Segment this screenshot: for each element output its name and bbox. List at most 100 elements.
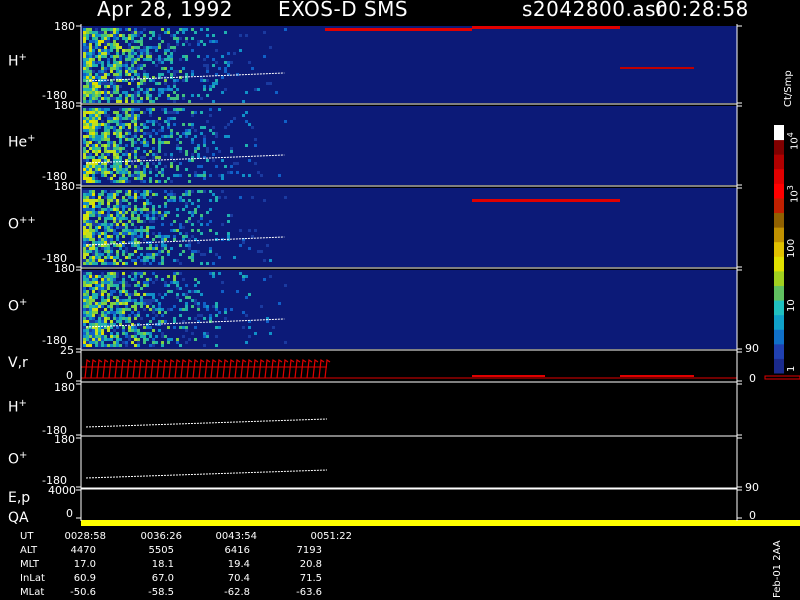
spectrogram-cell <box>98 235 101 238</box>
spectrogram-cell <box>83 114 86 117</box>
spectrogram-cell <box>164 135 167 138</box>
spectrogram-cell <box>143 220 146 223</box>
spectrogram-cell <box>182 308 185 311</box>
spectrogram-cell <box>92 190 95 193</box>
spectrogram-cell <box>92 135 95 138</box>
spectrogram-cell <box>101 259 104 262</box>
spectrogram-cell <box>248 293 251 296</box>
spectrogram-cell <box>134 165 137 168</box>
colorbar-segment <box>774 154 784 170</box>
spectrogram-cell <box>95 226 98 229</box>
spectrogram-cell <box>95 165 98 168</box>
spectrogram-cell <box>194 290 197 293</box>
spectrogram-cell <box>170 129 173 132</box>
spectrogram-cell <box>83 196 86 199</box>
spectrogram-cell <box>89 156 92 159</box>
spectrogram-cell <box>92 199 95 202</box>
spectrogram-cell <box>155 180 158 183</box>
spectrogram-cell <box>116 193 119 196</box>
spectrogram-cell <box>158 311 161 314</box>
spectrogram-cell <box>89 147 92 150</box>
spectrogram-cell <box>170 190 173 193</box>
spectrogram-cell <box>140 305 143 308</box>
colorbar-segment <box>774 139 784 155</box>
spectrogram-cell <box>83 284 86 287</box>
spectrogram-cell <box>176 168 179 171</box>
spectrogram-cell <box>158 147 161 150</box>
spectrogram-cell <box>194 317 197 320</box>
spectrogram-cell <box>254 144 257 147</box>
spectrogram-cell <box>164 281 167 284</box>
spectrogram-cell <box>185 341 188 344</box>
spectrogram-cell <box>155 253 158 256</box>
spectrogram-cell <box>107 114 110 117</box>
spectrogram-cell <box>86 34 89 37</box>
spectrogram-cell <box>86 329 89 332</box>
spectrogram-cell <box>137 40 140 43</box>
spectrogram-cell <box>104 314 107 317</box>
spectrogram-cell <box>104 302 107 305</box>
spectrogram-cell <box>161 314 164 317</box>
spectrogram-cell <box>155 174 158 177</box>
spectrogram-cell <box>170 58 173 61</box>
spectrogram-cell <box>122 199 125 202</box>
spectrogram-cell <box>113 162 116 165</box>
spectrogram-cell <box>104 220 107 223</box>
spectrogram-cell <box>113 165 116 168</box>
spectrogram-cell <box>170 156 173 159</box>
spectrogram-cell <box>164 165 167 168</box>
spectrogram-cell <box>122 126 125 129</box>
spectrogram-cell <box>125 293 128 296</box>
spectrogram-cell <box>113 205 116 208</box>
spectrogram-cell <box>119 129 122 132</box>
spectrogram-cell <box>206 28 209 31</box>
spectrogram-cell <box>104 171 107 174</box>
spectrogram-cell <box>152 141 155 144</box>
spectrogram-cell <box>86 259 89 262</box>
spectrogram-cell <box>140 259 143 262</box>
spectrogram-cell <box>113 88 116 91</box>
spectrogram-cell <box>104 114 107 117</box>
spectrogram-cell <box>182 123 185 126</box>
spectrogram-cell <box>119 28 122 31</box>
spectrogram-cell <box>119 302 122 305</box>
footer-value: 67.0 <box>151 573 174 584</box>
spectrogram-cell <box>86 67 89 70</box>
spectrogram-cell <box>206 150 209 153</box>
spectrogram-cell <box>197 43 200 46</box>
spectrogram-cell <box>110 196 113 199</box>
spectrogram-cell <box>113 156 116 159</box>
spectrogram-cell <box>113 314 116 317</box>
spectrogram-cell <box>95 311 98 314</box>
spectrogram-cell <box>125 165 128 168</box>
panel-label-hplus-line: H+ <box>8 398 27 416</box>
spectrogram-cell <box>125 177 128 180</box>
spectrogram-cell <box>152 214 155 217</box>
spectrogram-cell <box>86 76 89 79</box>
spectrogram-cell <box>188 193 191 196</box>
spectrogram-cell <box>191 114 194 117</box>
spectrogram-cell <box>86 272 89 275</box>
colorbar-segment <box>774 329 784 345</box>
spectrogram-cell <box>146 217 149 220</box>
spectrogram-cell <box>197 165 200 168</box>
spectrogram-cell <box>140 156 143 159</box>
spectrogram-cell <box>110 238 113 241</box>
spectrogram-cell <box>98 211 101 214</box>
spectrogram-cell <box>107 171 110 174</box>
spectrogram-cell <box>89 126 92 129</box>
spectrogram-cell <box>149 58 152 61</box>
spectrogram-cell <box>86 126 89 129</box>
spectrogram-cell <box>194 147 197 150</box>
spectrogram-cell <box>116 132 119 135</box>
spectrogram-cell <box>134 28 137 31</box>
spectrogram-cell <box>209 85 212 88</box>
spectrogram-cell <box>128 129 131 132</box>
spectrogram-cell <box>152 299 155 302</box>
spectrogram-cell <box>89 114 92 117</box>
spectrogram-cell <box>89 70 92 73</box>
footer-value: 20.8 <box>299 559 322 570</box>
spectrogram-cell <box>143 193 146 196</box>
spectrogram-cell <box>200 165 203 168</box>
spectrogram-cell <box>137 31 140 34</box>
